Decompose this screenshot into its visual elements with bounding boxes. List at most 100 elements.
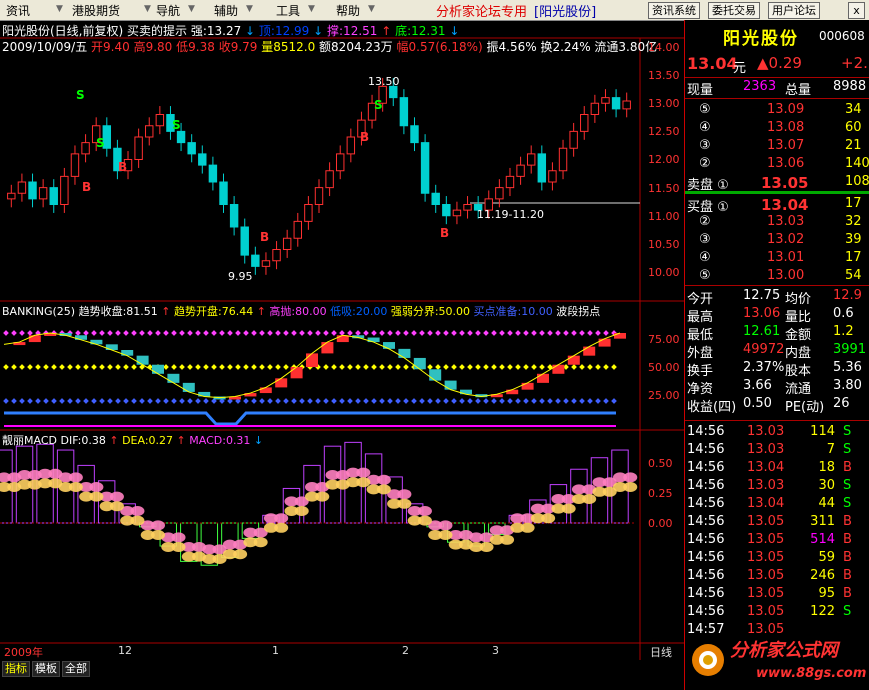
level-marker bbox=[123, 364, 129, 370]
order-price: 13.06 bbox=[767, 156, 805, 171]
level-marker bbox=[267, 330, 273, 336]
trade-button[interactable]: 委托交易 bbox=[708, 2, 760, 19]
level-marker bbox=[67, 398, 73, 404]
quote-row: 净资 3.66 流通 3.80 bbox=[685, 378, 869, 397]
tick-side: B bbox=[843, 514, 852, 529]
level-marker bbox=[251, 398, 257, 404]
order-level: ⑤ bbox=[699, 268, 711, 283]
quote-row: ③ 13.07 21 bbox=[685, 138, 869, 156]
level-marker bbox=[395, 398, 401, 404]
level-marker bbox=[339, 398, 345, 404]
forum-button[interactable]: 用户论坛 bbox=[768, 2, 820, 19]
level-marker bbox=[443, 364, 449, 370]
banking-bar bbox=[290, 367, 303, 379]
macd-value: ↓ bbox=[250, 434, 264, 447]
tab-indicator[interactable]: 指标 bbox=[2, 661, 30, 677]
candle bbox=[537, 153, 547, 183]
candle bbox=[134, 136, 143, 160]
macd-dot bbox=[356, 477, 371, 488]
quote-row: 14:56 13.03 114 S bbox=[685, 424, 869, 442]
level-marker bbox=[555, 398, 561, 404]
quote-row: 14:56 13.05 122 S bbox=[685, 604, 869, 622]
level-marker bbox=[11, 398, 17, 404]
level-marker bbox=[315, 398, 321, 404]
level-marker bbox=[475, 398, 481, 404]
level-marker bbox=[403, 330, 409, 336]
order-price: 13.07 bbox=[767, 138, 805, 153]
level-marker bbox=[371, 330, 377, 336]
candle bbox=[611, 97, 621, 110]
level-marker bbox=[339, 364, 345, 370]
level-marker bbox=[51, 364, 57, 370]
level-marker bbox=[83, 364, 89, 370]
sell-signal: S bbox=[374, 98, 383, 112]
level-marker bbox=[107, 364, 113, 370]
level-marker bbox=[259, 398, 265, 404]
level-marker bbox=[515, 330, 521, 336]
price-change-pct: +2. bbox=[841, 54, 868, 72]
macd-dot bbox=[623, 482, 638, 492]
order-price: 13.05 bbox=[761, 174, 809, 192]
close-icon[interactable]: x bbox=[848, 2, 865, 19]
tab-all[interactable]: 全部 bbox=[62, 661, 90, 677]
candle bbox=[622, 100, 631, 110]
kline-chart[interactable] bbox=[0, 0, 684, 690]
axis-tick-label: 0.50 bbox=[648, 457, 673, 470]
macd-dot bbox=[89, 482, 104, 492]
level-marker bbox=[51, 398, 57, 404]
axis-tick-label: 11.50 bbox=[648, 181, 680, 195]
level-marker bbox=[219, 364, 225, 370]
level-marker bbox=[235, 364, 241, 370]
tick-side: B bbox=[843, 550, 852, 565]
banking-bar bbox=[275, 378, 288, 388]
level-marker bbox=[131, 330, 137, 336]
level-marker bbox=[451, 364, 457, 370]
axis-tick-label: 13.00 bbox=[648, 97, 680, 111]
tick-price: 13.05 bbox=[747, 550, 785, 565]
level-marker bbox=[35, 398, 41, 404]
macd-dot bbox=[561, 503, 576, 514]
level-marker bbox=[147, 398, 153, 404]
level-marker bbox=[3, 398, 9, 404]
level-marker bbox=[163, 364, 169, 370]
banking-bar bbox=[182, 382, 195, 392]
banking-bar bbox=[152, 364, 164, 374]
level-marker bbox=[611, 364, 617, 370]
order-volume: 17 bbox=[845, 250, 862, 265]
level-marker bbox=[443, 398, 449, 404]
quote-row: 14:56 13.05 95 B bbox=[685, 586, 869, 604]
axis-tick-label: 12.50 bbox=[648, 125, 680, 139]
level-marker bbox=[91, 364, 97, 370]
banking-value: 趋势开盘:76.44 bbox=[170, 305, 254, 318]
tick-side: S bbox=[843, 604, 852, 619]
logo-icon bbox=[692, 644, 724, 676]
macd-dot bbox=[315, 491, 330, 502]
level-marker bbox=[531, 364, 537, 370]
level-marker bbox=[435, 398, 441, 404]
level-marker bbox=[523, 330, 529, 336]
tick-time: 14:56 bbox=[687, 604, 725, 619]
stat-value: 26 bbox=[833, 396, 850, 411]
stat-label: 收益(四) bbox=[687, 400, 737, 415]
order-volume: 17 bbox=[845, 196, 862, 211]
level-marker bbox=[323, 364, 329, 370]
tick-side: S bbox=[843, 442, 852, 457]
candle bbox=[346, 136, 356, 155]
banking-bar bbox=[383, 342, 395, 349]
macd-dot bbox=[397, 489, 412, 500]
header-value: 量8512.0 bbox=[257, 40, 316, 54]
candle bbox=[198, 153, 207, 166]
level-marker bbox=[195, 398, 201, 404]
level-marker bbox=[571, 398, 577, 404]
level-marker bbox=[211, 330, 217, 336]
level-marker bbox=[179, 398, 185, 404]
level-marker bbox=[115, 364, 121, 370]
macd-dot bbox=[417, 515, 432, 526]
header-value: 撑:12.51 bbox=[323, 24, 378, 38]
level-marker bbox=[323, 398, 329, 404]
stat-label: 量比 bbox=[785, 310, 812, 325]
tab-template[interactable]: 模板 bbox=[32, 661, 60, 677]
level-marker bbox=[475, 364, 481, 370]
macd-dot bbox=[520, 522, 535, 533]
level-marker bbox=[611, 398, 617, 404]
